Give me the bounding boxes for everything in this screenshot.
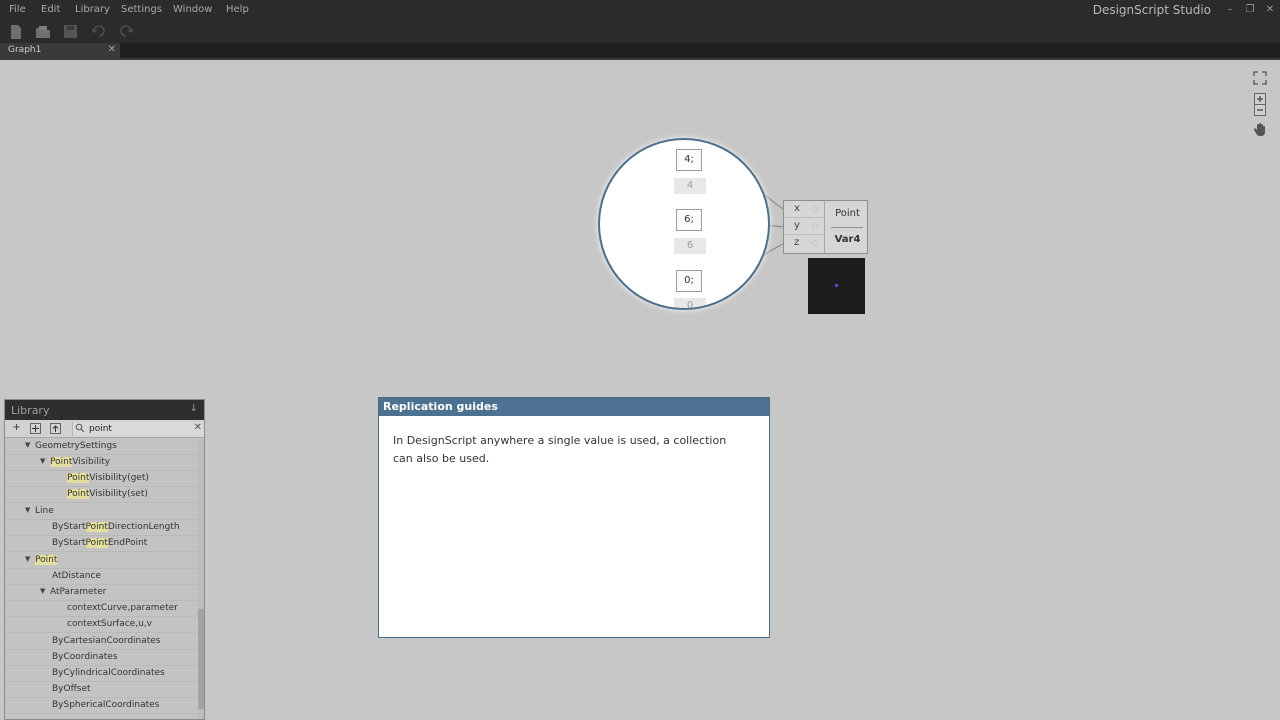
library-tree: ▼ GeometrySettings ▼ PointVisibility Poi…: [5, 439, 197, 719]
library-title: Library: [11, 404, 50, 417]
search-icon: [75, 423, 87, 435]
tree-item-line[interactable]: ▼ Line: [5, 504, 197, 520]
code-block-node[interactable]: 6;: [676, 209, 702, 231]
input-port-z[interactable]: z ○: [784, 235, 824, 252]
node-title: Point: [835, 208, 860, 219]
tree-item-bystartpointendpoint[interactable]: ByStartPointEndPoint: [5, 536, 197, 552]
code-block-node[interactable]: 4;: [676, 149, 702, 171]
expand-arrow-icon[interactable]: ▼: [40, 587, 45, 595]
tutorial-header: Replication guides: [379, 398, 769, 416]
tree-item-bycartesiancoordinates[interactable]: ByCartesianCoordinates: [5, 634, 197, 650]
tree-item-contextsurface-uv[interactable]: contextSurface,u,v: [5, 617, 197, 633]
node-variable: Var4: [834, 234, 861, 245]
library-panel: Library ↓ + ✕ ▼ GeometrySettings ▼ Point…: [4, 399, 205, 720]
search-input[interactable]: [89, 422, 185, 436]
expand-arrow-icon[interactable]: ▼: [40, 457, 45, 465]
tree-item-pointvisibility-set[interactable]: PointVisibility(set): [5, 487, 197, 503]
tree-item-bysphericalcoordinates[interactable]: BySphericalCoordinates: [5, 698, 197, 714]
tree-item-bycoordinates[interactable]: ByCoordinates: [5, 650, 197, 666]
tree-item-bystartpointdirectionlength[interactable]: ByStartPointDirectionLength: [5, 520, 197, 536]
tree-item-contextcurve-parameter[interactable]: contextCurve,parameter: [5, 601, 197, 617]
code-node-value: 6: [674, 238, 706, 254]
library-search: ✕: [72, 422, 204, 436]
tree-item-bycylindricalcoordinates[interactable]: ByCylindricalCoordinates: [5, 666, 197, 682]
point-preview-dot: [835, 284, 838, 287]
point-node[interactable]: x ○ y ○ z ○ Point Var4: [783, 200, 868, 254]
tree-item-point[interactable]: ▼ Point: [5, 553, 197, 569]
library-toolbar: + ✕: [5, 420, 204, 438]
add-icon[interactable]: +: [11, 423, 22, 434]
tree-item-pointvisibility-get[interactable]: PointVisibility(get): [5, 471, 197, 487]
tree-item-pointvisibility[interactable]: ▼ PointVisibility: [5, 455, 197, 471]
collapse-all-icon[interactable]: [50, 423, 61, 434]
library-scrollbar[interactable]: [198, 439, 204, 719]
tree-item-geometrysettings[interactable]: ▼ GeometrySettings: [5, 439, 197, 455]
input-ports: x ○ y ○ z ○: [784, 201, 825, 253]
expand-arrow-icon[interactable]: ▼: [25, 441, 30, 449]
expand-all-icon[interactable]: [30, 423, 41, 434]
pin-icon[interactable]: ↓: [190, 403, 198, 414]
tutorial-body: In DesignScript anywhere a single value …: [393, 434, 727, 465]
input-port-y[interactable]: y ○: [784, 218, 824, 235]
tree-item-byoffset[interactable]: ByOffset: [5, 682, 197, 698]
expand-arrow-icon[interactable]: ▼: [25, 555, 30, 563]
tutorial-card: Replication guides In DesignScript anywh…: [378, 397, 770, 638]
tutorial-title: Replication guides: [383, 400, 498, 413]
magnifier-lens: 4; 4 6; 6 0; 0: [598, 138, 770, 310]
code-block-node[interactable]: 0;: [676, 270, 702, 292]
expand-arrow-icon[interactable]: ▼: [25, 506, 30, 514]
clear-search-icon[interactable]: ✕: [194, 422, 202, 433]
tree-item-atparameter[interactable]: ▼ AtParameter: [5, 585, 197, 601]
divider: [831, 227, 863, 228]
input-port-x[interactable]: x ○: [784, 201, 824, 218]
geometry-preview: [808, 258, 865, 314]
tree-item-atdistance[interactable]: AtDistance: [5, 569, 197, 585]
code-node-value: 0: [674, 298, 706, 308]
code-node-value: 4: [674, 178, 706, 194]
library-header: Library ↓: [5, 400, 204, 420]
scrollbar-thumb[interactable]: [198, 609, 204, 709]
